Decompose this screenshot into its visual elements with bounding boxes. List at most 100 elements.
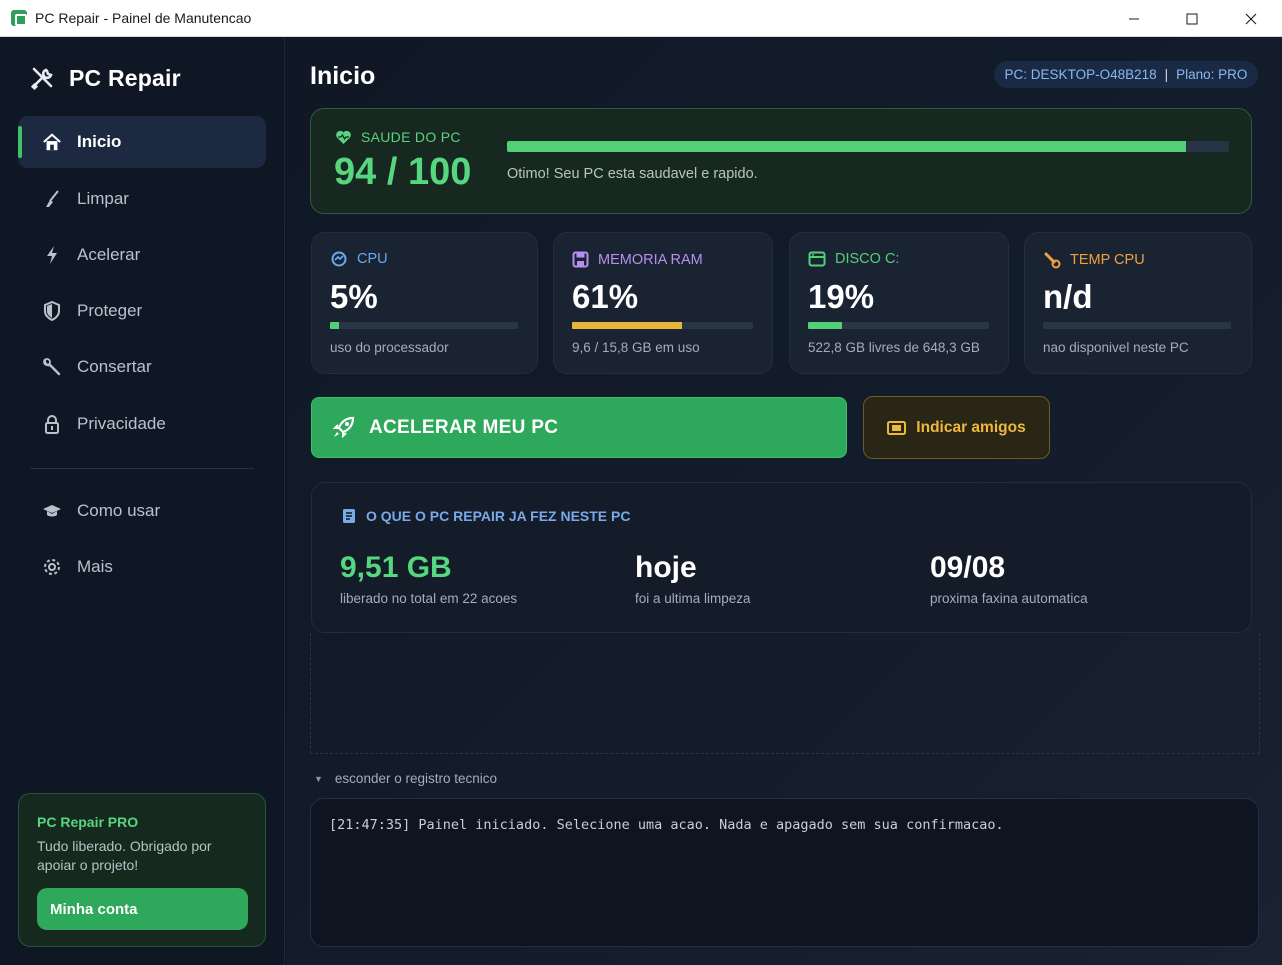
history-label: proxima faxina automatica [930, 591, 1088, 606]
home-icon [42, 132, 62, 152]
sidebar-item-mais[interactable]: Mais [18, 541, 266, 593]
history-value: hoje [635, 551, 697, 584]
graduation-cap-icon [42, 501, 62, 521]
health-label: SAUDE DO PC [335, 129, 461, 145]
sidebar-item-label: Mais [77, 557, 113, 576]
stat-label: MEMORIA RAM [572, 251, 703, 268]
lock-icon [42, 414, 62, 434]
sidebar-item-label: Proteger [77, 301, 143, 320]
sidebar-item-limpar[interactable]: Limpar [18, 173, 266, 225]
history-card: O QUE O PC REPAIR JA FEZ NESTE PC 9,51 G… [311, 482, 1252, 633]
pro-card: PC Repair PRO Tudo liberado. Obrigado po… [18, 793, 266, 947]
stat-label: CPU [330, 251, 388, 267]
disk-icon [808, 251, 826, 267]
page-title: Inicio [310, 62, 376, 90]
log-line: [21:47:35] Painel iniciado. Selecione um… [329, 817, 1004, 833]
stat-card-disk: DISCO C: 19% 522,8 GB livres de 648,3 GB [789, 232, 1009, 374]
minimize-button[interactable] [1105, 0, 1163, 37]
stat-note: uso do processador [330, 340, 449, 355]
pro-card-text: Tudo liberado. Obrigado por apoiar o pro… [37, 838, 212, 873]
history-label: foi a ultima limpeza [635, 591, 751, 606]
bolt-icon [42, 245, 62, 265]
brand-name: PC Repair [69, 65, 181, 91]
stat-note: nao disponivel neste PC [1043, 340, 1189, 355]
stat-bar-fill [808, 322, 843, 329]
sidebar-item-consertar[interactable]: Consertar [18, 341, 266, 393]
history-title: O QUE O PC REPAIR JA FEZ NESTE PC [342, 508, 630, 524]
sidebar-item-label: Privacidade [77, 414, 166, 433]
health-progress-bar [507, 141, 1229, 152]
pc-name: PC: DESKTOP-O48B218 [1004, 67, 1157, 82]
sidebar: PC Repair Inicio Limpar Acelerar Protege… [0, 37, 285, 965]
stat-value: 19% [808, 278, 875, 315]
sidebar-item-label: Consertar [77, 357, 152, 376]
ticket-icon [887, 420, 907, 435]
sidebar-item-inicio[interactable]: Inicio [18, 116, 266, 168]
technical-log: [21:47:35] Painel iniciado. Selecione um… [310, 798, 1259, 947]
stat-bar [572, 322, 753, 329]
stat-bar [808, 322, 989, 329]
maximize-button[interactable] [1163, 0, 1221, 37]
stat-label: TEMP CPU [1043, 251, 1145, 269]
stat-label: DISCO C: [808, 251, 899, 267]
history-stat-freed: 9,51 GB liberado no total em 22 acoes [340, 551, 517, 606]
history-value: 09/08 [930, 551, 1006, 584]
stat-value: 61% [572, 278, 639, 315]
stat-card-cpu: CPU 5% uso do processador [311, 232, 538, 374]
wrench-icon [42, 357, 62, 377]
stat-bar-fill [572, 322, 683, 329]
history-value: 9,51 GB [340, 551, 452, 584]
history-label: liberado no total em 22 acoes [340, 591, 518, 606]
stat-note: 9,6 / 15,8 GB em uso [572, 340, 700, 355]
plan-name: Plano: PRO [1176, 67, 1248, 82]
stat-note: 522,8 GB livres de 648,3 GB [808, 340, 980, 355]
stat-bar [330, 322, 518, 329]
badge-separator: | [1164, 67, 1169, 82]
sidebar-divider [30, 468, 254, 469]
health-message: Otimo! Seu PC esta saudavel e rapido. [507, 166, 758, 182]
health-score: 94 / 100 [334, 151, 472, 193]
sidebar-item-label: Inicio [77, 132, 122, 151]
health-progress-fill [507, 141, 1186, 152]
sidebar-item-proteger[interactable]: Proteger [18, 285, 266, 337]
thermometer-icon [1044, 252, 1061, 269]
receipt-icon [343, 509, 355, 523]
maximize-icon [1186, 13, 1198, 24]
shield-icon [42, 301, 62, 321]
history-stat-next-clean: 09/08 proxima faxina automatica [930, 551, 1088, 606]
stat-bar-fill [330, 322, 340, 329]
sidebar-item-privacidade[interactable]: Privacidade [18, 398, 266, 450]
sidebar-item-label: Limpar [77, 189, 129, 208]
pc-plan-badge: PC: DESKTOP-O48B218 | Plano: PRO [994, 61, 1258, 88]
sidebar-item-como-usar[interactable]: Como usar [18, 485, 266, 537]
pro-card-title: PC Repair PRO [37, 814, 139, 830]
history-stat-last-clean: hoje foi a ultima limpeza [635, 551, 751, 606]
sidebar-item-acelerar[interactable]: Acelerar [18, 229, 266, 281]
account-button[interactable]: Minha conta [37, 888, 248, 930]
triangle-down-icon: ▼ [314, 773, 323, 784]
refer-friends-button[interactable]: Indicar amigos [863, 396, 1050, 459]
sidebar-item-label: Acelerar [77, 245, 141, 264]
minimize-icon [1129, 18, 1139, 19]
cpu-icon [331, 251, 347, 267]
heart-icon [336, 130, 351, 144]
gear-icon [42, 557, 62, 577]
window-title: PC Repair - Painel de Manutencao [35, 10, 252, 26]
title-bar: PC Repair - Painel de Manutencao [0, 0, 1282, 37]
log-toggle[interactable]: ▼ esconder o registro tecnico [314, 771, 497, 786]
close-icon [1245, 13, 1257, 24]
boost-pc-button[interactable]: ACELERAR MEU PC [311, 397, 847, 458]
stat-value: n/d [1043, 278, 1093, 315]
app-icon [11, 10, 27, 26]
brand: PC Repair [30, 65, 181, 92]
health-card: SAUDE DO PC 94 / 100 Otimo! Seu PC esta … [310, 108, 1252, 214]
main-content: Inicio PC: DESKTOP-O48B218 | Plano: PRO … [286, 37, 1282, 965]
scroll-area-border [310, 633, 1260, 754]
sidebar-item-label: Como usar [77, 501, 161, 520]
rocket-icon [332, 416, 355, 439]
stat-bar [1043, 322, 1231, 329]
broom-icon [42, 189, 62, 209]
tools-icon [30, 67, 53, 91]
stat-card-memory: MEMORIA RAM 61% 9,6 / 15,8 GB em uso [553, 232, 773, 374]
close-button[interactable] [1222, 0, 1280, 37]
